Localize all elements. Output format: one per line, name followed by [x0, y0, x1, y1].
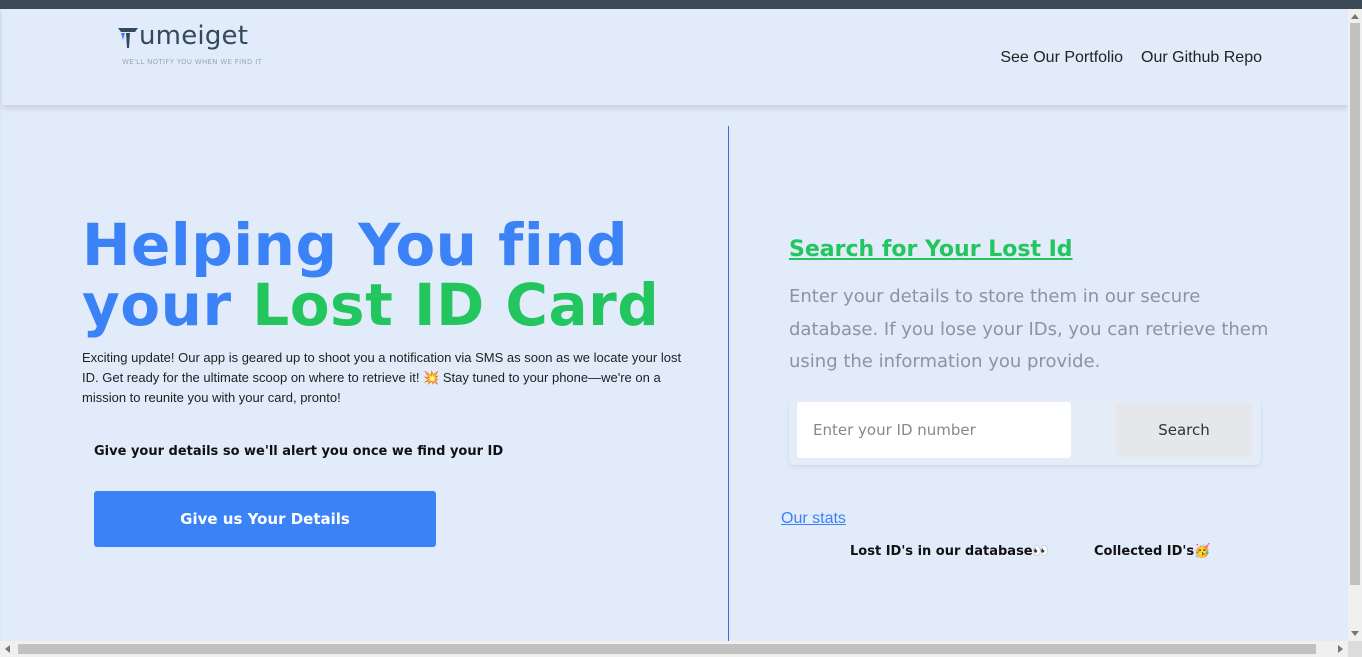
logo-text: umeiget	[139, 21, 249, 51]
our-stats-link[interactable]: Our stats	[781, 510, 846, 528]
hero-title: Helping You find your Lost ID Card	[82, 215, 659, 335]
scrollbar-corner	[1348, 641, 1362, 657]
give-details-button[interactable]: Give us Your Details	[94, 491, 436, 547]
hero-description: Exciting update! Our app is geared up to…	[82, 350, 682, 405]
vertical-scrollbar[interactable]	[1348, 9, 1362, 641]
alert-text: Give your details so we'll alert you onc…	[94, 444, 504, 459]
scroll-right-icon[interactable]	[1338, 645, 1343, 653]
browser-top-strip	[0, 0, 1362, 9]
top-nav: See Our Portfolio Our Github Repo	[1000, 49, 1262, 67]
tagline: WE'LL NOTIFY YOU WHEN WE FIND IT	[122, 58, 263, 66]
stat-lost-ids-label: Lost ID's in our database👀	[850, 544, 1049, 559]
horizontal-scrollbar[interactable]	[0, 641, 1348, 657]
nav-link-github[interactable]: Our Github Repo	[1141, 49, 1262, 67]
logo[interactable]: umeiget	[118, 21, 248, 51]
logo-mark-icon	[118, 28, 138, 48]
vertical-divider	[728, 126, 729, 641]
nav-link-portfolio[interactable]: See Our Portfolio	[1000, 49, 1123, 67]
hero-title-line2-a: your	[82, 271, 253, 339]
page: umeiget WE'LL NOTIFY YOU WHEN WE FIND IT…	[2, 9, 1348, 641]
id-number-input[interactable]	[797, 402, 1071, 458]
stat-collected-ids-label: Collected ID's🥳	[1094, 544, 1211, 559]
search-title: Search for Your Lost Id	[789, 237, 1073, 262]
horizontal-scroll-thumb[interactable]	[18, 644, 1316, 654]
search-button[interactable]: Search	[1116, 403, 1252, 457]
site-header: umeiget WE'LL NOTIFY YOU WHEN WE FIND IT…	[2, 9, 1348, 105]
hero-title-line1: Helping You find	[82, 211, 629, 279]
scroll-left-icon[interactable]	[5, 645, 10, 653]
scroll-down-icon[interactable]	[1351, 631, 1359, 636]
scroll-up-icon[interactable]	[1351, 14, 1359, 19]
hero-title-line2-b: Lost ID Card	[252, 271, 660, 339]
vertical-scroll-thumb[interactable]	[1350, 23, 1360, 585]
search-form: Search	[789, 399, 1261, 465]
search-description: Enter your details to store them in our …	[789, 286, 1269, 372]
